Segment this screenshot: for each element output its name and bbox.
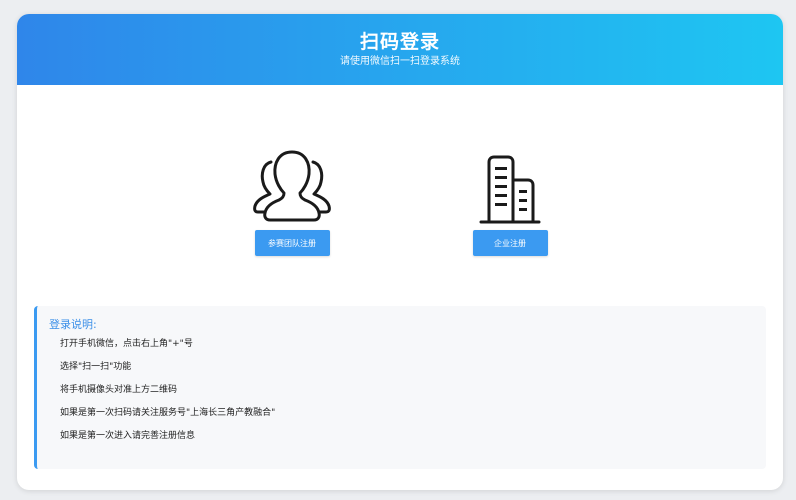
enterprise-registration-option: 企业注册 bbox=[450, 142, 570, 256]
page-title: 扫码登录 bbox=[359, 31, 440, 53]
team-register-button[interactable]: 参赛团队注册 bbox=[254, 230, 330, 256]
instruction-step: 选择"扫一扫"功能 bbox=[60, 362, 132, 372]
instruction-step: 将手机摄像头对准上方二维码 bbox=[60, 385, 178, 395]
users-icon bbox=[253, 150, 331, 222]
registration-options: 参赛团队注册 企业注册 bbox=[17, 85, 783, 300]
instruction-step: 如果是第一次进入请完善注册信息 bbox=[60, 431, 196, 441]
instruction-step: 打开手机微信，点击右上角"+"号 bbox=[60, 339, 193, 349]
team-registration-option: 参赛团队注册 bbox=[232, 142, 352, 256]
instruction-step: 如果是第一次扫码请关注服务号"上海长三角产教融合" bbox=[60, 408, 276, 418]
login-card: 扫码登录 请使用微信扫一扫登录系统 参赛团队注册 企业注册 登录说明: 打开手机… bbox=[17, 14, 783, 490]
building-icon bbox=[479, 155, 541, 224]
instructions-title: 登录说明: bbox=[49, 318, 97, 331]
page-subtitle: 请使用微信扫一扫登录系统 bbox=[340, 56, 460, 67]
instructions-list: 打开手机微信，点击右上角"+"号 选择"扫一扫"功能 将手机摄像头对准上方二维码… bbox=[49, 338, 766, 442]
login-instructions: 登录说明: 打开手机微信，点击右上角"+"号 选择"扫一扫"功能 将手机摄像头对… bbox=[34, 306, 766, 469]
enterprise-register-button[interactable]: 企业注册 bbox=[472, 230, 548, 256]
header-banner: 扫码登录 请使用微信扫一扫登录系统 bbox=[17, 14, 783, 85]
